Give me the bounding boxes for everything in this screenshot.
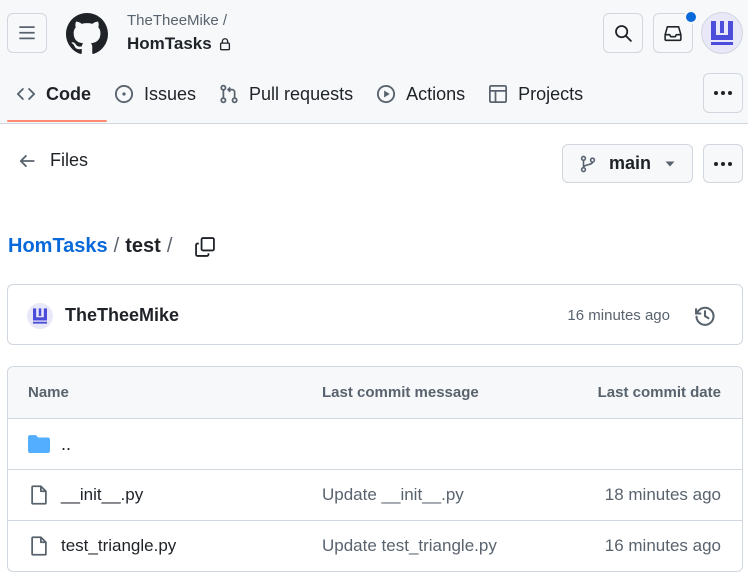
table-row[interactable]: test_triangle.py Update test_triangle.py…	[8, 521, 742, 571]
github-logo-icon[interactable]	[66, 13, 108, 55]
files-back-link[interactable]: Files	[18, 150, 88, 171]
file-icon	[30, 470, 48, 520]
tab-actions[interactable]: Actions	[368, 74, 473, 114]
table-icon	[488, 84, 508, 104]
column-header-message: Last commit message	[322, 384, 479, 401]
tab-code-label: Code	[46, 83, 91, 104]
branch-selector[interactable]: main	[562, 144, 693, 183]
tab-actions-label: Actions	[406, 83, 466, 104]
kebab-horizontal-icon	[713, 90, 733, 96]
file-icon	[30, 521, 48, 571]
repo-tabs: Code Issues Pull requests Actions Projec…	[7, 74, 598, 123]
commit-date: 16 minutes ago	[604, 536, 721, 555]
avatar-identicon-icon	[711, 21, 733, 45]
commit-message-link[interactable]: Update __init__.py	[322, 470, 464, 520]
column-header-name: Name	[28, 384, 69, 401]
repo-name-label: HomTasks	[127, 34, 212, 53]
history-icon[interactable]	[694, 305, 716, 327]
commit-time: 16 minutes ago	[567, 307, 670, 324]
more-options-button[interactable]	[703, 144, 743, 183]
latest-commit-box: TheTheeMike 16 minutes ago	[7, 284, 743, 345]
file-name-link[interactable]: __init__.py	[61, 470, 143, 520]
notification-dot	[684, 10, 698, 24]
breadcrumb-current-folder: test	[125, 235, 161, 257]
commit-message-link[interactable]: Update test_triangle.py	[322, 521, 497, 571]
breadcrumb-repo-link[interactable]: HomTasks	[8, 235, 108, 258]
copy-icon[interactable]	[194, 236, 216, 258]
tab-issues-label: Issues	[144, 83, 197, 104]
table-row[interactable]: __init__.py Update __init__.py 18 minute…	[8, 470, 742, 521]
repo-header: TheTheeMike / HomTasks Code Issues Pull …	[0, 0, 748, 124]
files-back-label: Files	[50, 150, 89, 170]
folder-icon	[28, 419, 50, 469]
issue-opened-icon	[114, 84, 134, 104]
parent-directory-link[interactable]: ..	[61, 419, 71, 469]
menu-button[interactable]	[7, 13, 47, 53]
git-pull-request-icon	[219, 84, 239, 104]
commit-author-avatar[interactable]	[27, 303, 53, 329]
branch-name: main	[609, 153, 652, 173]
tab-issues[interactable]: Issues	[106, 74, 204, 114]
tab-projects[interactable]: Projects	[480, 74, 591, 114]
commit-date: 18 minutes ago	[604, 485, 721, 504]
tab-pull-requests[interactable]: Pull requests	[211, 74, 361, 114]
lock-icon	[218, 37, 232, 51]
hamburger-icon	[18, 24, 36, 42]
repo-name[interactable]: HomTasks	[127, 34, 232, 54]
search-icon	[614, 24, 632, 42]
code-icon	[16, 84, 36, 104]
tab-code[interactable]: Code	[7, 74, 107, 122]
search-button[interactable]	[603, 13, 643, 53]
user-avatar[interactable]	[701, 12, 743, 54]
parent-directory-row[interactable]: ..	[8, 419, 742, 470]
avatar-identicon-icon	[33, 308, 47, 324]
file-table-header: Name Last commit message Last commit dat…	[8, 367, 742, 419]
arrow-left-icon	[18, 152, 36, 170]
kebab-horizontal-icon	[713, 161, 733, 167]
breadcrumb-separator: /	[166, 235, 173, 257]
commit-author[interactable]: TheTheeMike	[65, 305, 179, 326]
more-tabs-button[interactable]	[703, 73, 743, 113]
tab-projects-label: Projects	[518, 83, 584, 104]
file-table: Name Last commit message Last commit dat…	[7, 366, 743, 572]
inbox-icon	[663, 24, 683, 42]
play-icon	[376, 84, 396, 104]
triangle-down-icon	[664, 160, 676, 168]
repo-owner-link[interactable]: TheTheeMike /	[127, 12, 227, 29]
column-header-date: Last commit date	[597, 384, 721, 401]
file-name-link[interactable]: test_triangle.py	[61, 521, 176, 571]
breadcrumb: HomTasks / test /	[8, 235, 216, 258]
git-branch-icon	[579, 155, 597, 173]
breadcrumb-separator: /	[113, 235, 120, 257]
tab-pull-requests-label: Pull requests	[249, 83, 354, 104]
